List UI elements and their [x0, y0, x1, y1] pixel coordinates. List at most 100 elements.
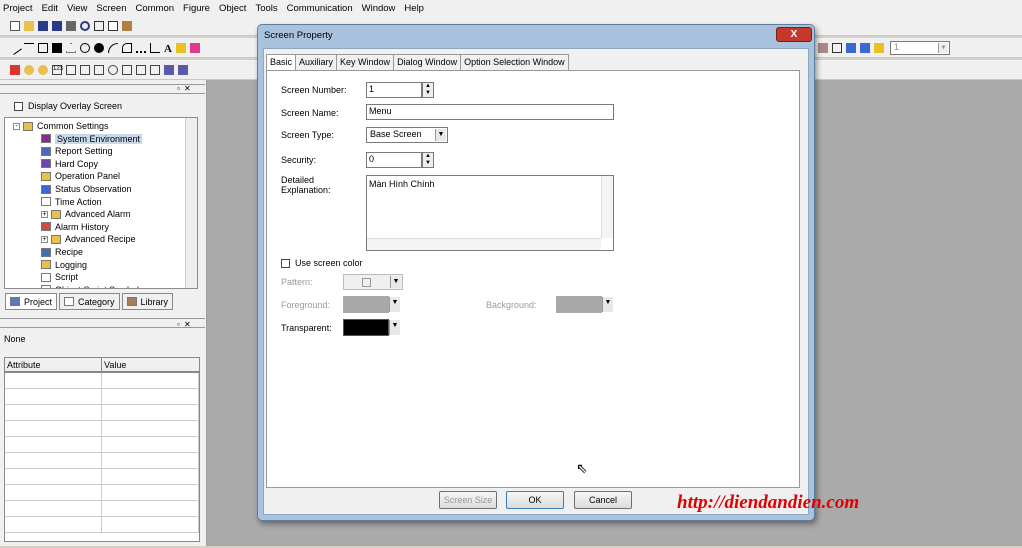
screen-number-spinner[interactable]: ▲ ▼	[422, 82, 434, 98]
screen-size-button[interactable]: Screen Size	[439, 491, 497, 509]
table-row[interactable]	[5, 453, 199, 469]
tab-auxiliary[interactable]: Auxiliary	[295, 54, 338, 70]
screen-name-field[interactable]: Menu	[366, 104, 614, 120]
polygon-icon[interactable]	[66, 42, 76, 53]
undo-icon[interactable]	[80, 20, 90, 31]
tab-basic[interactable]: Basic	[266, 54, 297, 71]
checkbox-box[interactable]	[281, 258, 290, 268]
save-as-icon[interactable]	[52, 20, 62, 31]
chevron-down-icon[interactable]: ▼	[435, 129, 446, 141]
tab-category[interactable]: Category	[59, 293, 120, 310]
recipe-object-icon[interactable]	[164, 64, 174, 75]
menu-item[interactable]: View	[67, 3, 87, 14]
ascii-display-icon[interactable]	[66, 64, 76, 75]
polyline-icon[interactable]	[24, 42, 34, 53]
checkbox-box[interactable]	[14, 101, 23, 111]
tree-item[interactable]: Alarm History	[41, 222, 109, 232]
table-row[interactable]	[5, 437, 199, 453]
chevron-down-icon[interactable]: ▼	[938, 43, 948, 53]
paste-icon[interactable]	[122, 20, 132, 31]
image-icon[interactable]	[189, 42, 200, 53]
tree-item[interactable]: Object Script Symbol	[41, 285, 139, 288]
table-row[interactable]	[5, 501, 199, 517]
menu-item[interactable]: Screen	[96, 3, 126, 14]
menu-item[interactable]: Tools	[255, 3, 277, 14]
scale-icon[interactable]	[136, 43, 146, 53]
table-row[interactable]	[5, 421, 199, 437]
menu-item[interactable]: Edit	[42, 3, 58, 14]
menu-item[interactable]: Communication	[287, 3, 353, 14]
menu-item[interactable]: Figure	[183, 3, 210, 14]
text-icon[interactable]: A	[164, 43, 172, 55]
menu-item[interactable]: Object	[219, 3, 246, 14]
tree-item[interactable]: Status Observation	[41, 184, 132, 194]
table-row[interactable]	[5, 485, 199, 501]
graph-icon[interactable]	[122, 64, 132, 75]
ok-button[interactable]: OK	[506, 491, 564, 509]
menu-item[interactable]: Window	[362, 3, 396, 14]
pattern-select[interactable]: ▼	[343, 274, 403, 290]
tab-option-selection-window[interactable]: Option Selection Window	[460, 54, 569, 70]
tree-item[interactable]: System Environment	[41, 133, 143, 144]
group-icon[interactable]	[860, 43, 870, 53]
table-row[interactable]	[5, 373, 199, 389]
expand-icon[interactable]: +	[41, 235, 48, 243]
explanation-textarea[interactable]: Màn Hình Chính	[366, 175, 614, 251]
collapse-icon[interactable]: -	[13, 122, 20, 130]
tree-item[interactable]: - Common Settings	[13, 121, 109, 131]
zoom-select[interactable]: 1 ▼	[890, 41, 950, 55]
menu-item[interactable]: Help	[404, 3, 424, 14]
foreground-color-select[interactable]: ▼	[343, 296, 400, 313]
menu-item[interactable]: Common	[135, 3, 174, 14]
background-color-select[interactable]: ▼	[556, 296, 613, 313]
layer-icon[interactable]	[818, 43, 828, 53]
table-row[interactable]	[5, 517, 199, 533]
expand-icon[interactable]: +	[41, 210, 48, 218]
tab-key-window[interactable]: Key Window	[336, 54, 395, 70]
tree-item[interactable]: Time Action	[41, 197, 102, 207]
comment-display-icon[interactable]	[94, 64, 104, 75]
sector-icon[interactable]	[122, 42, 132, 53]
tree-item[interactable]: Hard Copy	[41, 159, 98, 169]
textarea-vscroll[interactable]	[601, 176, 613, 238]
clock-display-icon[interactable]	[108, 64, 118, 75]
historical-display-icon[interactable]	[80, 64, 90, 75]
save-icon[interactable]	[38, 20, 48, 31]
tree-item[interactable]: + Advanced Recipe	[41, 234, 136, 244]
tab-dialog-window[interactable]: Dialog Window	[393, 54, 462, 70]
menu-item[interactable]: Project	[3, 3, 33, 14]
new-file-icon[interactable]	[10, 20, 20, 31]
table-row[interactable]	[5, 405, 199, 421]
tab-library[interactable]: Library	[121, 293, 174, 310]
filled-circle-icon[interactable]	[94, 42, 104, 53]
circle-icon[interactable]	[80, 42, 90, 53]
tree-item[interactable]: Script	[41, 272, 78, 282]
open-folder-icon[interactable]	[24, 20, 34, 31]
graph-icon[interactable]	[150, 64, 160, 75]
close-button[interactable]: X	[776, 27, 812, 42]
lamp-icon[interactable]	[38, 64, 48, 75]
chevron-down-icon[interactable]: ▼	[389, 297, 400, 312]
line-icon[interactable]	[8, 40, 22, 55]
group-icon[interactable]	[874, 43, 884, 53]
group-icon[interactable]	[846, 43, 856, 53]
textarea-hscroll[interactable]	[367, 238, 601, 250]
chevron-down-icon[interactable]: ▼	[602, 297, 613, 312]
display-overlay-checkbox[interactable]: Display Overlay Screen	[14, 101, 122, 111]
transparent-color-select[interactable]: ▼	[343, 319, 400, 336]
pipe-icon[interactable]	[150, 42, 160, 53]
grid-icon[interactable]	[832, 43, 842, 53]
print-icon[interactable]	[66, 20, 76, 31]
tree-item[interactable]: Recipe	[41, 247, 83, 257]
table-row[interactable]	[5, 389, 199, 405]
arc-icon[interactable]	[108, 42, 118, 53]
numerical-display-icon[interactable]: 123	[52, 64, 63, 75]
cut-icon[interactable]	[94, 20, 104, 31]
rectangle-icon[interactable]	[38, 42, 48, 53]
chevron-down-icon[interactable]: ▼	[389, 320, 400, 335]
graph-icon[interactable]	[136, 64, 146, 75]
switch-icon[interactable]	[10, 64, 20, 75]
security-spinner[interactable]: ▲ ▼	[422, 152, 434, 168]
tree-scrollbar[interactable]	[185, 118, 197, 288]
project-tree[interactable]: - Common Settings System Environment Report…	[4, 117, 198, 289]
